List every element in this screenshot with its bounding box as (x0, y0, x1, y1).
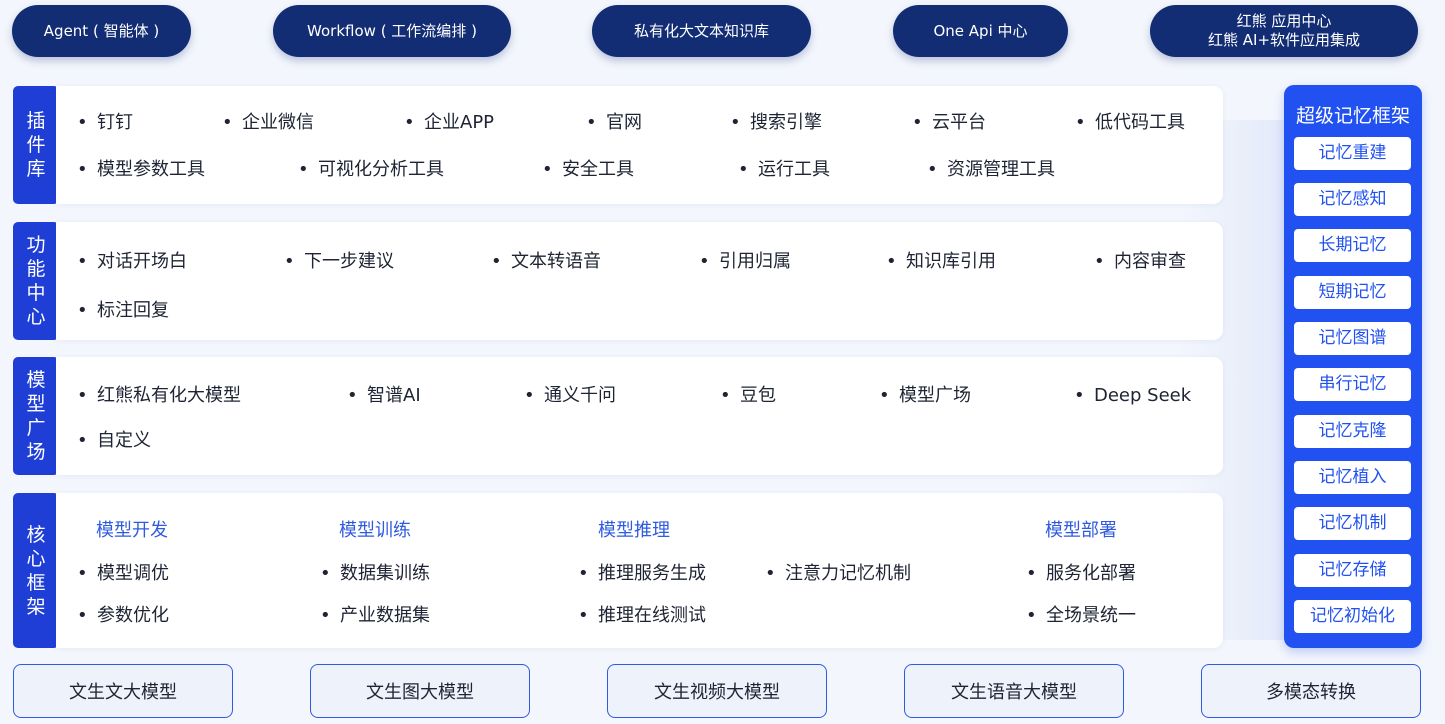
memory-item-implant[interactable]: 记忆植入 (1294, 461, 1411, 494)
pill-workflow-label: Workflow ( 工作流编排 ) (307, 21, 477, 40)
plugin-item: 钉钉 (77, 111, 133, 135)
section-panel-core: 模型开发 模型训练 模型推理 模型部署 模型调优 参数优化 数据集训练 产业数据… (56, 493, 1223, 648)
plugin-item: 可视化分析工具 (298, 158, 444, 182)
memory-framework-panel: 超级记忆框架 记忆重建 记忆感知 长期记忆 短期记忆 记忆图谱 串行记忆 记忆克… (1284, 85, 1422, 648)
model-item: 通义千问 (524, 384, 616, 408)
plugin-item: 模型参数工具 (77, 158, 205, 182)
section-panel-models: 红熊私有化大模型 智谱AI 通义千问 豆包 模型广场 Deep Seek 自定义 (56, 357, 1223, 475)
section-title-models: 模型广场 (26, 369, 46, 463)
memory-framework-title: 超级记忆框架 (1295, 105, 1410, 127)
model-item: Deep Seek (1074, 384, 1191, 408)
function-item: 内容审查 (1094, 250, 1186, 274)
bottom-box-text-to-image[interactable]: 文生图大模型 (310, 664, 530, 718)
core-item: 注意力记忆机制 (765, 562, 911, 586)
memory-item-rebuild[interactable]: 记忆重建 (1294, 137, 1411, 170)
pill-app-center[interactable]: 红熊 应用中心 红熊 AI+软件应用集成 (1150, 5, 1418, 57)
plugin-item: 资源管理工具 (927, 158, 1055, 182)
memory-item-long-term[interactable]: 长期记忆 (1294, 229, 1411, 262)
pill-one-api-label: One Api 中心 (933, 21, 1028, 40)
model-item: 自定义 (77, 429, 151, 453)
core-item: 服务化部署 (1026, 562, 1136, 586)
memory-item-perception[interactable]: 记忆感知 (1294, 183, 1411, 216)
core-heading-deployment: 模型部署 (1045, 520, 1117, 541)
plugin-item: 搜索引擎 (730, 111, 822, 135)
bottom-box-text-to-video[interactable]: 文生视频大模型 (607, 664, 827, 718)
bottom-box-text-to-text[interactable]: 文生文大模型 (13, 664, 233, 718)
section-title-plugins: 插件库 (26, 110, 46, 180)
memory-item-storage[interactable]: 记忆存储 (1294, 554, 1411, 587)
function-item: 标注回复 (77, 299, 169, 323)
pill-app-center-line1: 红熊 应用中心 (1236, 12, 1332, 30)
plugin-item: 官网 (586, 111, 642, 135)
plugin-item: 企业APP (404, 111, 494, 135)
section-panel-functions: 对话开场白 下一步建议 文本转语音 引用归属 知识库引用 内容审查 标注回复 (56, 222, 1223, 340)
section-tab-functions: 功能中心 (13, 222, 59, 340)
function-item: 对话开场白 (77, 250, 187, 274)
function-item: 知识库引用 (886, 250, 996, 274)
plugin-item: 运行工具 (738, 158, 830, 182)
core-item: 推理服务生成 (578, 562, 706, 586)
plugin-item: 云平台 (912, 111, 986, 135)
pill-knowledge-base-label: 私有化大文本知识库 (633, 21, 769, 40)
pill-knowledge-base[interactable]: 私有化大文本知识库 (592, 5, 811, 57)
model-item: 红熊私有化大模型 (77, 384, 241, 408)
memory-item-init[interactable]: 记忆初始化 (1294, 600, 1411, 633)
model-item: 模型广场 (879, 384, 971, 408)
section-title-functions: 功能中心 (26, 234, 46, 328)
section-tab-models: 模型广场 (13, 357, 59, 475)
pill-agent[interactable]: Agent ( 智能体 ) (12, 5, 191, 57)
section-title-core: 核心框架 (26, 523, 46, 618)
function-item: 引用归属 (699, 250, 791, 274)
core-heading-inference: 模型推理 (598, 520, 670, 541)
bottom-box-multimodal[interactable]: 多模态转换 (1201, 664, 1421, 718)
memory-item-mechanism[interactable]: 记忆机制 (1294, 507, 1411, 540)
memory-item-graph[interactable]: 记忆图谱 (1294, 322, 1411, 355)
pill-one-api[interactable]: One Api 中心 (893, 5, 1068, 57)
core-item: 模型调优 (77, 562, 169, 586)
model-item: 智谱AI (347, 384, 420, 408)
model-item: 豆包 (720, 384, 776, 408)
core-heading-training: 模型训练 (339, 520, 411, 541)
function-item: 下一步建议 (284, 250, 394, 274)
function-item: 文本转语音 (491, 250, 601, 274)
pill-agent-label: Agent ( 智能体 ) (43, 21, 160, 40)
pill-app-center-line2: 红熊 AI+软件应用集成 (1207, 31, 1361, 49)
bottom-box-text-to-speech[interactable]: 文生语音大模型 (904, 664, 1124, 718)
memory-item-short-term[interactable]: 短期记忆 (1294, 276, 1411, 309)
pill-workflow[interactable]: Workflow ( 工作流编排 ) (273, 5, 511, 57)
core-item: 全场景统一 (1026, 604, 1136, 628)
core-item: 参数优化 (77, 604, 169, 628)
plugin-item: 低代码工具 (1075, 111, 1185, 135)
core-item: 产业数据集 (320, 604, 430, 628)
memory-item-clone[interactable]: 记忆克隆 (1294, 415, 1411, 448)
plugin-item: 安全工具 (542, 158, 634, 182)
core-item: 推理在线测试 (578, 604, 706, 628)
memory-item-serial[interactable]: 串行记忆 (1294, 368, 1411, 401)
section-panel-plugins: 钉钉 企业微信 企业APP 官网 搜索引擎 云平台 低代码工具 模型参数工具 可… (56, 86, 1223, 204)
plugin-item: 企业微信 (222, 111, 314, 135)
core-heading-development: 模型开发 (96, 520, 168, 541)
section-tab-plugins: 插件库 (13, 86, 59, 204)
core-item: 数据集训练 (320, 562, 430, 586)
section-tab-core: 核心框架 (13, 493, 59, 648)
